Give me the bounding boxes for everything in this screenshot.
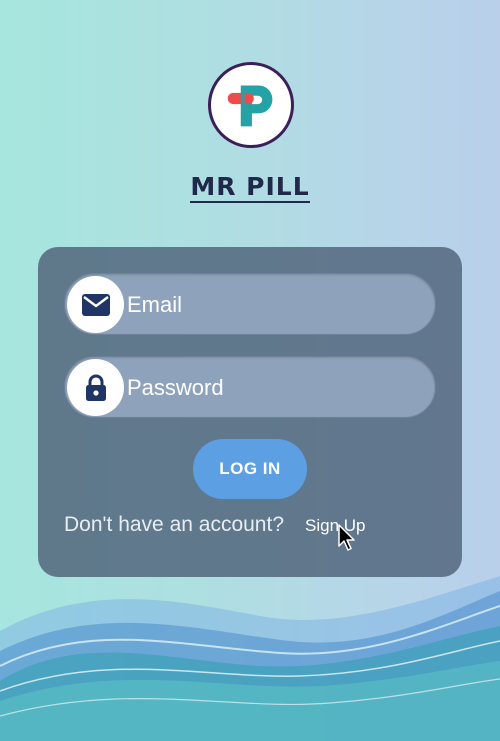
email-field[interactable]: Email bbox=[64, 273, 436, 335]
mouse-cursor-icon bbox=[338, 524, 355, 551]
password-icon-badge bbox=[67, 359, 124, 416]
email-icon-badge bbox=[67, 276, 124, 333]
brand-name: MR PILL bbox=[190, 172, 310, 203]
brand-title: MR PILL bbox=[0, 172, 500, 203]
email-placeholder: Email bbox=[127, 292, 183, 317]
password-field[interactable]: Password bbox=[64, 356, 436, 418]
wave-background bbox=[0, 576, 500, 741]
envelope-icon bbox=[81, 293, 110, 316]
login-card: Email Password LOG IN Don't have an acco… bbox=[38, 247, 462, 577]
app-logo bbox=[208, 62, 294, 148]
no-account-text: Don't have an account? bbox=[64, 513, 284, 536]
lock-icon bbox=[85, 373, 106, 401]
signup-row: Don't have an account? Sign Up bbox=[64, 513, 444, 541]
password-placeholder: Password bbox=[127, 375, 224, 400]
pill-p-logo-icon bbox=[227, 85, 273, 127]
login-button[interactable]: LOG IN bbox=[193, 439, 307, 499]
